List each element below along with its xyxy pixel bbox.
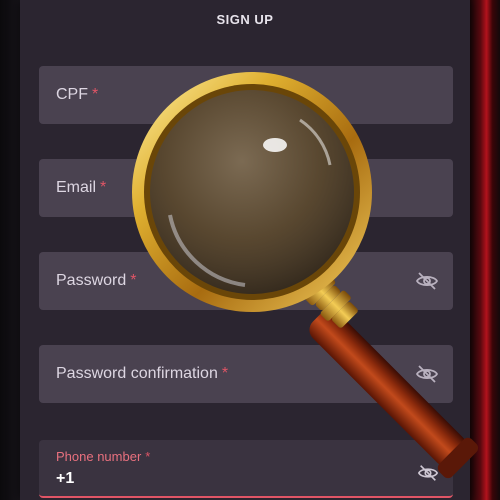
required-marker: * xyxy=(130,272,137,289)
required-marker: * xyxy=(92,86,99,103)
required-marker: * xyxy=(145,449,151,464)
cpf-label: CPF * xyxy=(56,86,99,103)
left-background xyxy=(0,0,20,500)
signup-screen: SIGN UP CPF * Email * Password * Password c… xyxy=(0,0,500,500)
signup-panel: SIGN UP CPF * Email * Password * Password c… xyxy=(20,0,470,500)
eye-off-icon[interactable] xyxy=(415,362,439,386)
eye-off-icon[interactable] xyxy=(417,462,439,484)
email-field[interactable]: Email * xyxy=(39,159,453,217)
email-label: Email * xyxy=(56,179,107,196)
phone-number-field[interactable]: Phone number * +1 xyxy=(39,440,453,498)
password-label: Password * xyxy=(56,272,137,289)
eye-off-icon[interactable] xyxy=(415,269,439,293)
cpf-field[interactable]: CPF * xyxy=(39,66,453,124)
page-title: SIGN UP xyxy=(216,12,274,27)
required-marker: * xyxy=(100,179,107,196)
right-background xyxy=(470,0,500,500)
phone-number-value[interactable]: +1 xyxy=(56,470,74,488)
password-confirmation-label: Password confirmation * xyxy=(56,365,229,382)
password-field[interactable]: Password * xyxy=(39,252,453,310)
phone-number-label: Phone number * xyxy=(56,449,151,464)
required-marker: * xyxy=(221,365,229,382)
password-confirmation-field[interactable]: Password confirmation * xyxy=(39,345,453,403)
